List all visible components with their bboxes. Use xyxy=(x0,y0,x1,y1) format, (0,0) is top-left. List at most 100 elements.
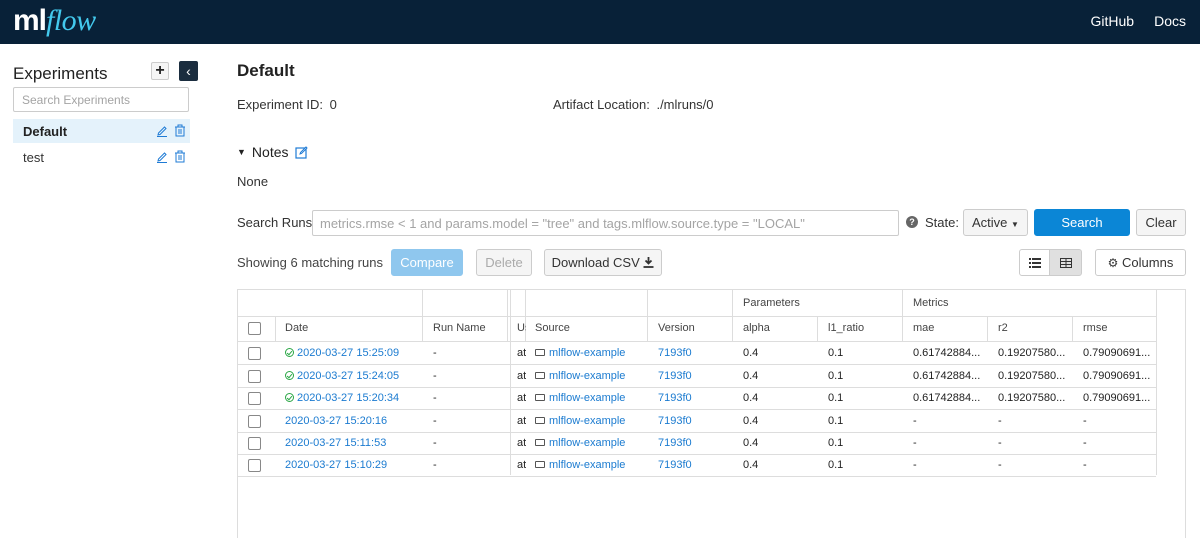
l1-ratio-cell: 0.1 xyxy=(828,370,844,382)
version-link[interactable]: 7193f0 xyxy=(658,365,692,387)
list-view-toggle[interactable] xyxy=(1019,249,1050,276)
table-row[interactable]: 2020-03-27 15:25:09 - at mlflow-example … xyxy=(238,342,1156,364)
experiment-item-default[interactable]: Default xyxy=(13,119,190,143)
rmse-cell: 0.79090691... xyxy=(1083,392,1151,404)
version-link[interactable]: 7193f0 xyxy=(658,387,692,409)
artifact-location: Artifact Location: ./mlruns/0 xyxy=(553,97,714,112)
folder-icon xyxy=(535,372,545,379)
logo-flow-text: flow xyxy=(46,4,96,37)
mae-cell: 0.61742884... xyxy=(913,392,981,404)
grid-view-toggle[interactable] xyxy=(1049,249,1082,276)
source-link[interactable]: mlflow-example xyxy=(535,365,625,387)
run-date-link[interactable]: 2020-03-27 15:24:05 xyxy=(285,365,399,387)
source-link[interactable]: mlflow-example xyxy=(535,387,625,409)
notes-section[interactable]: ▼ Notes xyxy=(237,144,308,160)
row-checkbox[interactable] xyxy=(248,459,261,472)
delete-button[interactable]: Delete xyxy=(476,249,532,276)
run-date-link[interactable]: 2020-03-27 15:20:34 xyxy=(285,387,399,409)
version-link[interactable]: 7193f0 xyxy=(658,454,692,476)
column-header-rmse[interactable]: rmse xyxy=(1083,316,1107,341)
logo-ml-text: ml xyxy=(13,4,47,37)
folder-icon xyxy=(535,439,545,446)
experiment-item-test[interactable]: test xyxy=(13,145,190,169)
state-dropdown[interactable]: Active ▼ xyxy=(963,209,1028,236)
source-link[interactable]: mlflow-example xyxy=(535,342,625,364)
table-row[interactable]: 2020-03-27 15:11:53 - at mlflow-example … xyxy=(238,432,1156,454)
table-row[interactable]: 2020-03-27 15:24:05 - at mlflow-example … xyxy=(238,365,1156,387)
user-cell: at xyxy=(517,392,526,404)
source-link[interactable]: mlflow-example xyxy=(535,410,625,432)
row-checkbox[interactable] xyxy=(248,392,261,405)
table-row[interactable]: 2020-03-27 15:20:34 - at mlflow-example … xyxy=(238,387,1156,409)
version-link[interactable]: 7193f0 xyxy=(658,432,692,454)
r2-cell: 0.19207580... xyxy=(998,392,1066,404)
version-link[interactable]: 7193f0 xyxy=(658,342,692,364)
column-header-r2[interactable]: r2 xyxy=(998,316,1008,341)
row-checkbox[interactable] xyxy=(248,415,261,428)
rmse-cell: - xyxy=(1083,459,1087,471)
select-all-checkbox[interactable] xyxy=(248,322,261,335)
search-runs-label: Search Runs: xyxy=(237,215,316,230)
edit-icon[interactable] xyxy=(156,125,168,137)
column-header-mae[interactable]: mae xyxy=(913,316,934,341)
column-header-source[interactable]: Source xyxy=(535,316,570,341)
table-row[interactable]: 2020-03-27 15:20:16 - at mlflow-example … xyxy=(238,410,1156,432)
mlflow-logo[interactable]: ml flow xyxy=(13,4,96,40)
experiment-id-value: 0 xyxy=(329,97,337,112)
experiment-id: Experiment ID: 0 xyxy=(237,97,337,112)
download-csv-button[interactable]: Download CSV xyxy=(544,249,662,276)
run-date-link[interactable]: 2020-03-27 15:25:09 xyxy=(285,342,399,364)
mae-cell: - xyxy=(913,415,917,427)
run-date-link[interactable]: 2020-03-27 15:20:16 xyxy=(285,410,387,432)
row-checkbox[interactable] xyxy=(248,370,261,383)
caret-down-icon[interactable]: ▼ xyxy=(237,147,246,157)
folder-icon xyxy=(535,417,545,424)
notes-content: None xyxy=(237,174,269,189)
l1-ratio-cell: 0.1 xyxy=(828,415,844,427)
table-row[interactable]: 2020-03-27 15:10:29 - at mlflow-example … xyxy=(238,454,1156,476)
r2-cell: 0.19207580... xyxy=(998,370,1066,382)
github-link[interactable]: GitHub xyxy=(1091,13,1135,29)
l1-ratio-cell: 0.1 xyxy=(828,459,844,471)
column-header-run-name[interactable]: Run Name xyxy=(433,316,486,341)
row-checkbox[interactable] xyxy=(248,437,261,450)
run-date-link[interactable]: 2020-03-27 15:10:29 xyxy=(285,454,387,476)
search-experiments-input[interactable] xyxy=(13,87,189,112)
experiment-title: Default xyxy=(237,61,295,80)
edit-notes-icon[interactable] xyxy=(294,145,308,159)
state-label: State: xyxy=(925,215,959,230)
run-name-cell: - xyxy=(433,370,437,382)
run-date-link[interactable]: 2020-03-27 15:11:53 xyxy=(285,432,386,454)
success-icon xyxy=(285,393,294,402)
trash-icon[interactable] xyxy=(174,150,186,163)
column-header-date[interactable]: Date xyxy=(285,316,308,341)
column-header-user[interactable]: Us xyxy=(517,316,526,341)
docs-link[interactable]: Docs xyxy=(1154,13,1186,29)
compare-button[interactable]: Compare xyxy=(391,249,463,276)
experiment-label: Default xyxy=(23,123,68,139)
row-checkbox[interactable] xyxy=(248,347,261,360)
column-header-l1-ratio[interactable]: l1_ratio xyxy=(828,316,864,341)
columns-button[interactable]: ⚙ Columns xyxy=(1095,249,1186,276)
column-header-version[interactable]: Version xyxy=(658,316,695,341)
version-link[interactable]: 7193f0 xyxy=(658,410,692,432)
source-link[interactable]: mlflow-example xyxy=(535,454,625,476)
collapse-sidebar-button[interactable]: ‹ xyxy=(179,61,198,81)
source-link[interactable]: mlflow-example xyxy=(535,432,625,454)
columns-label: Columns xyxy=(1122,255,1174,270)
experiment-label: test xyxy=(23,149,44,165)
edit-icon[interactable] xyxy=(156,151,168,163)
r2-cell: - xyxy=(998,415,1002,427)
clear-button[interactable]: Clear xyxy=(1136,209,1186,236)
help-icon[interactable]: ? xyxy=(906,216,918,228)
column-header-alpha[interactable]: alpha xyxy=(743,316,770,341)
trash-icon[interactable] xyxy=(174,124,186,137)
state-value: Active xyxy=(972,215,1008,230)
add-experiment-button[interactable]: + xyxy=(151,62,169,80)
search-runs-input[interactable] xyxy=(312,210,899,236)
grid-icon xyxy=(1059,258,1072,268)
experiments-heading: Experiments xyxy=(13,64,108,83)
r2-cell: - xyxy=(998,437,1002,449)
search-button[interactable]: Search xyxy=(1034,209,1130,236)
alpha-cell: 0.4 xyxy=(743,459,759,471)
